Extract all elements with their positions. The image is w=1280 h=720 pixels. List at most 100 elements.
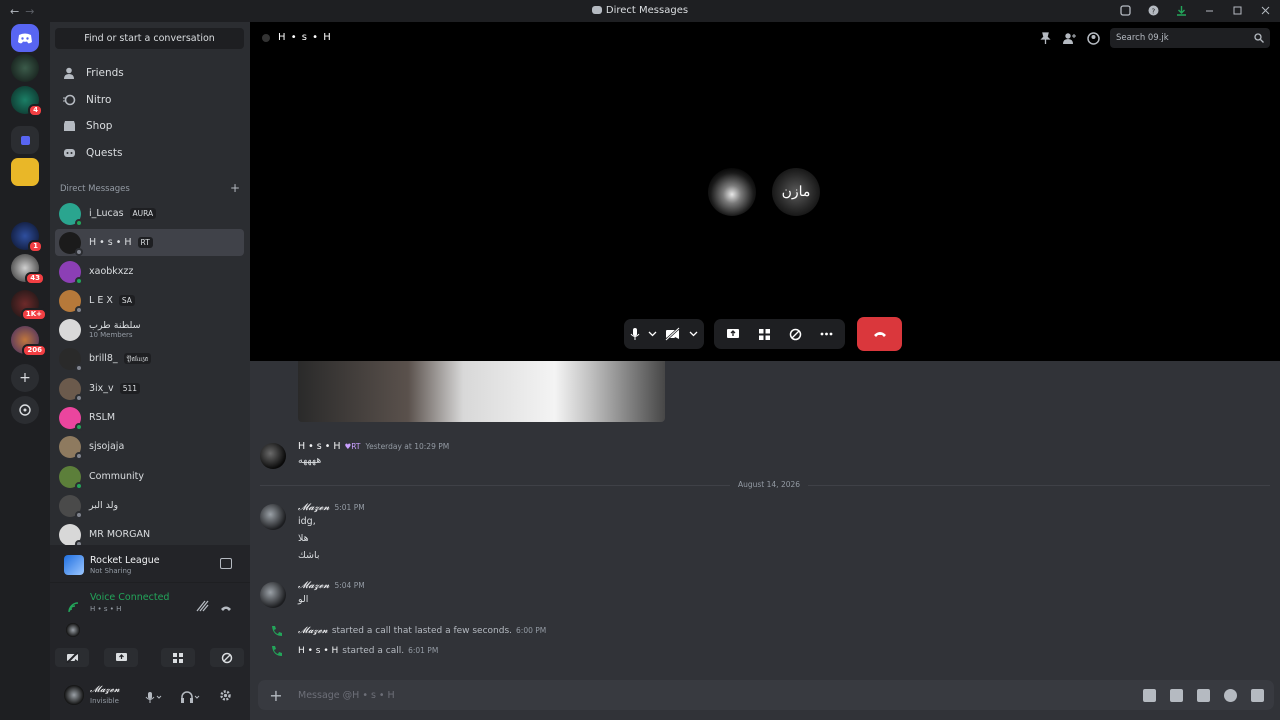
- create-dm-plus-icon[interactable]: +: [230, 182, 240, 194]
- maximize-icon[interactable]: [1230, 3, 1244, 17]
- nav-shop[interactable]: Shop: [55, 114, 244, 138]
- author-name[interactable]: 𝓜𝓪𝔃𝓮𝓷: [298, 580, 329, 591]
- apps-icon[interactable]: [1251, 688, 1264, 702]
- minimize-icon[interactable]: [1202, 3, 1216, 17]
- nav-quests[interactable]: Quests: [55, 141, 244, 165]
- system-text: started a call that lasted a few seconds…: [331, 625, 513, 636]
- share-screen-icon[interactable]: [220, 558, 232, 569]
- activities-icon[interactable]: [758, 328, 771, 341]
- image-attachment[interactable]: [298, 361, 665, 422]
- more-options-icon[interactable]: [820, 332, 833, 336]
- soundboard-button[interactable]: [210, 648, 244, 667]
- folder-icon[interactable]: [11, 126, 39, 154]
- sticker-icon[interactable]: [1197, 688, 1210, 702]
- voice-channel-label[interactable]: H • s • H: [90, 605, 121, 613]
- message-header: H • s • H ♥RT Yesterday at 10:29 PM: [298, 441, 449, 452]
- voice-connected-label[interactable]: Voice Connected: [90, 592, 169, 603]
- message-text: idg,: [298, 516, 316, 527]
- server-icon[interactable]: 1K+: [11, 290, 47, 321]
- help-icon[interactable]: ?: [1146, 3, 1160, 17]
- status-indicator: [75, 305, 83, 314]
- close-icon[interactable]: [1258, 3, 1272, 17]
- friends-icon: [62, 66, 76, 80]
- screen-share-icon[interactable]: [726, 328, 740, 340]
- call-participant-avatar[interactable]: مازن: [772, 168, 820, 216]
- user-profile-icon[interactable]: [1087, 31, 1100, 45]
- dm-item[interactable]: H • s • H RT: [55, 229, 244, 256]
- dm-item[interactable]: 3ix_v 511: [55, 375, 244, 402]
- participant-avatar[interactable]: [66, 623, 80, 637]
- download-icon[interactable]: [1174, 3, 1188, 17]
- dm-item[interactable]: xaobkxzz: [55, 258, 244, 285]
- gif-icon[interactable]: [1170, 688, 1183, 702]
- screen-share-button[interactable]: [104, 648, 138, 667]
- call-participant-avatar[interactable]: [708, 168, 756, 216]
- server-icon[interactable]: 43: [11, 254, 45, 285]
- server-icon[interactable]: 206: [11, 326, 47, 357]
- screen-share-icon: [115, 653, 127, 661]
- search-input[interactable]: Search 09.jk: [1110, 28, 1270, 48]
- find-conversation-button[interactable]: Find or start a conversation: [55, 28, 244, 49]
- dm-item[interactable]: Community: [55, 463, 244, 490]
- system-text: started a call.: [342, 645, 405, 656]
- pin-icon[interactable]: [1039, 31, 1052, 45]
- dm-avatar-icon: [262, 33, 270, 42]
- emoji-icon[interactable]: [1224, 688, 1237, 702]
- message-input[interactable]: Message @H • s • H: [298, 690, 1143, 701]
- dm-item[interactable]: RSLM: [55, 404, 244, 431]
- end-call-button[interactable]: [857, 317, 902, 351]
- camera-button[interactable]: [55, 648, 89, 667]
- inbox-icon[interactable]: [1118, 3, 1132, 17]
- author-name[interactable]: 𝓜𝓪𝔃𝓮𝓷: [298, 502, 329, 513]
- message-time: Yesterday at 10:29 PM: [365, 442, 450, 451]
- forward-arrow-icon[interactable]: →: [25, 5, 34, 18]
- activities-button[interactable]: [161, 648, 195, 667]
- author-avatar[interactable]: [260, 582, 286, 608]
- noise-suppression-icon[interactable]: [196, 597, 210, 616]
- server-icon[interactable]: [11, 158, 39, 186]
- server-icon[interactable]: [11, 54, 39, 82]
- discover-button[interactable]: [11, 396, 39, 424]
- server-icon[interactable]: 1: [11, 222, 43, 253]
- nav-friends[interactable]: Friends: [55, 61, 244, 85]
- dm-tag: SA: [118, 295, 135, 306]
- back-arrow-icon[interactable]: ←: [10, 5, 19, 18]
- dm-avatar: [59, 465, 83, 490]
- nav-nitro[interactable]: Nitro: [55, 88, 244, 112]
- dm-item[interactable]: i_Lucas AURA: [55, 200, 244, 227]
- system-actor[interactable]: 𝓜𝓪𝔃𝓮𝓷: [298, 626, 328, 636]
- add-friends-icon[interactable]: [1062, 32, 1077, 45]
- dm-item[interactable]: L E X SA: [55, 287, 244, 314]
- dm-item[interactable]: MR MORGAN: [55, 521, 244, 548]
- unread-badge: 4: [28, 104, 43, 117]
- disconnect-icon[interactable]: [220, 598, 232, 617]
- chevron-down-icon[interactable]: [689, 331, 698, 337]
- dm-item[interactable]: brill8_ 𝔜𝔞𝔨𝔲𝔷𝔞: [55, 345, 244, 372]
- chevron-down-icon[interactable]: [648, 331, 657, 337]
- search-icon: [1254, 33, 1264, 43]
- dm-item[interactable]: sjsojaja: [55, 433, 244, 460]
- headphones-icon[interactable]: [181, 688, 201, 707]
- settings-gear-icon[interactable]: [219, 687, 232, 706]
- author-avatar[interactable]: [260, 443, 286, 469]
- microphone-icon[interactable]: [145, 688, 163, 707]
- dm-item[interactable]: ولد البر: [55, 492, 244, 519]
- dm-text: xaobkxzz: [89, 266, 133, 277]
- username-label[interactable]: 𝓜𝓪𝔃𝓮𝓷: [90, 685, 120, 695]
- add-server-button[interactable]: +: [11, 364, 39, 392]
- soundboard-icon[interactable]: [789, 328, 802, 341]
- status-indicator: [75, 422, 83, 431]
- camera-off-icon[interactable]: [665, 327, 681, 341]
- dm-item[interactable]: سلطنة طرب 10 Members: [55, 316, 244, 343]
- author-name[interactable]: H • s • H: [298, 441, 341, 452]
- date-divider-label: August 14, 2026: [730, 480, 809, 489]
- gift-icon[interactable]: [1143, 688, 1156, 702]
- server-icon[interactable]: 4: [11, 86, 43, 117]
- hang-up-icon: [873, 332, 886, 337]
- attach-plus-icon[interactable]: +: [268, 686, 284, 705]
- microphone-icon[interactable]: [630, 327, 640, 341]
- author-avatar[interactable]: [260, 504, 286, 530]
- system-actor[interactable]: H • s • H: [298, 646, 338, 656]
- home-button[interactable]: [11, 24, 39, 52]
- user-avatar[interactable]: [64, 685, 84, 705]
